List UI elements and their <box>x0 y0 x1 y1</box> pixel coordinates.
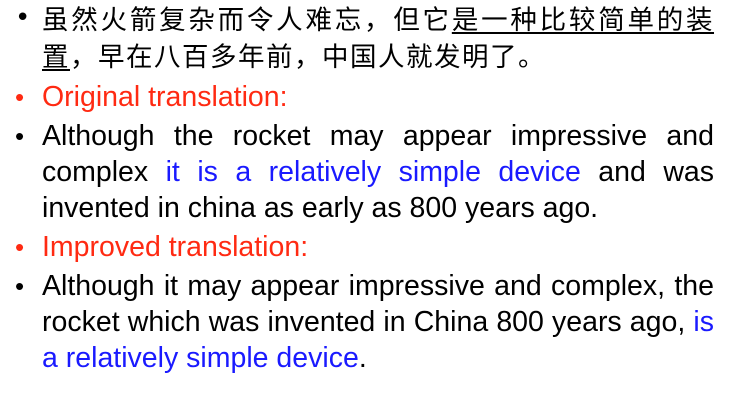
bullet-icon: • <box>15 232 25 262</box>
heading-text: Original translation: <box>42 81 288 113</box>
bullet-icon: • <box>15 271 25 301</box>
improved-translation-heading: • Improved translation: <box>12 229 714 265</box>
bullet-icon: • <box>15 3 32 33</box>
slide-bullet-list: • 虽然火箭复杂而令人难忘，但它是一种比较简单的装置，早在八百多年前，中国人就发… <box>12 0 714 376</box>
heading-text: Improved translation: <box>42 231 309 263</box>
bullet-icon: • <box>15 121 25 151</box>
bullet-icon: • <box>15 82 25 112</box>
original-highlight: it is a relatively simple device <box>165 156 581 188</box>
original-translation-heading: • Original translation: <box>12 79 714 115</box>
zh-part1: 虽然火箭复杂而令人难忘，但它 <box>42 5 452 36</box>
zh-part3: ，早在八百多年前，中国人就发明了。 <box>70 42 546 73</box>
improved-part1: Although it may appear impressive and co… <box>42 270 714 338</box>
improved-translation-text: • Although it may appear impressive and … <box>12 268 714 376</box>
chinese-source-sentence: • 虽然火箭复杂而令人难忘，但它是一种比较简单的装置，早在八百多年前，中国人就发… <box>12 0 714 76</box>
improved-part3: . <box>358 342 367 374</box>
original-translation-text: • Although the rocket may appear impress… <box>12 118 714 226</box>
